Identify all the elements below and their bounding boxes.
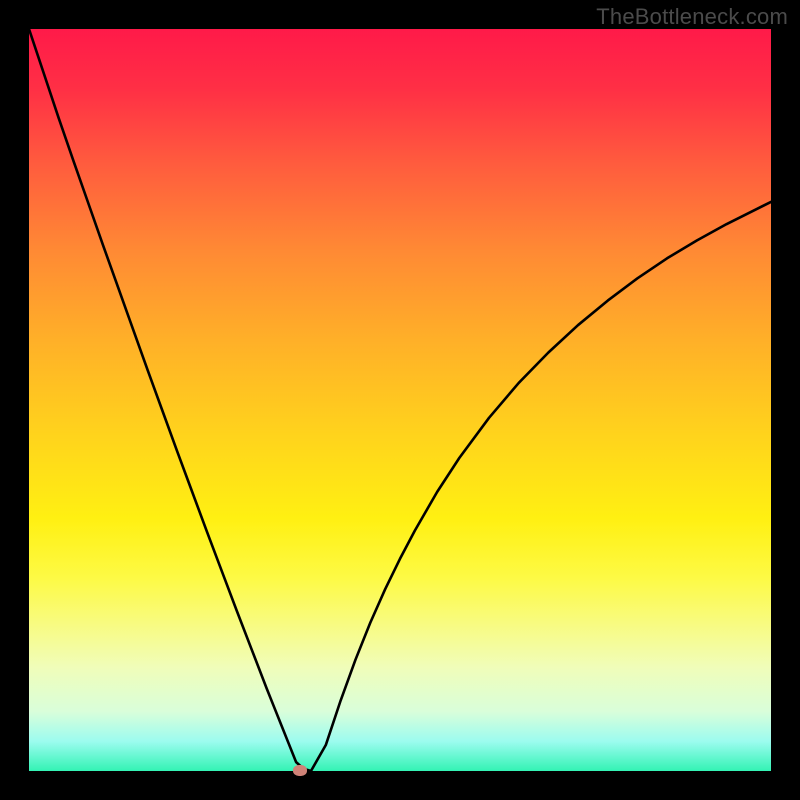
chart-frame [29, 29, 771, 771]
bottleneck-curve [29, 29, 771, 771]
minimum-marker [293, 765, 307, 776]
watermark-text: TheBottleneck.com [596, 4, 788, 30]
